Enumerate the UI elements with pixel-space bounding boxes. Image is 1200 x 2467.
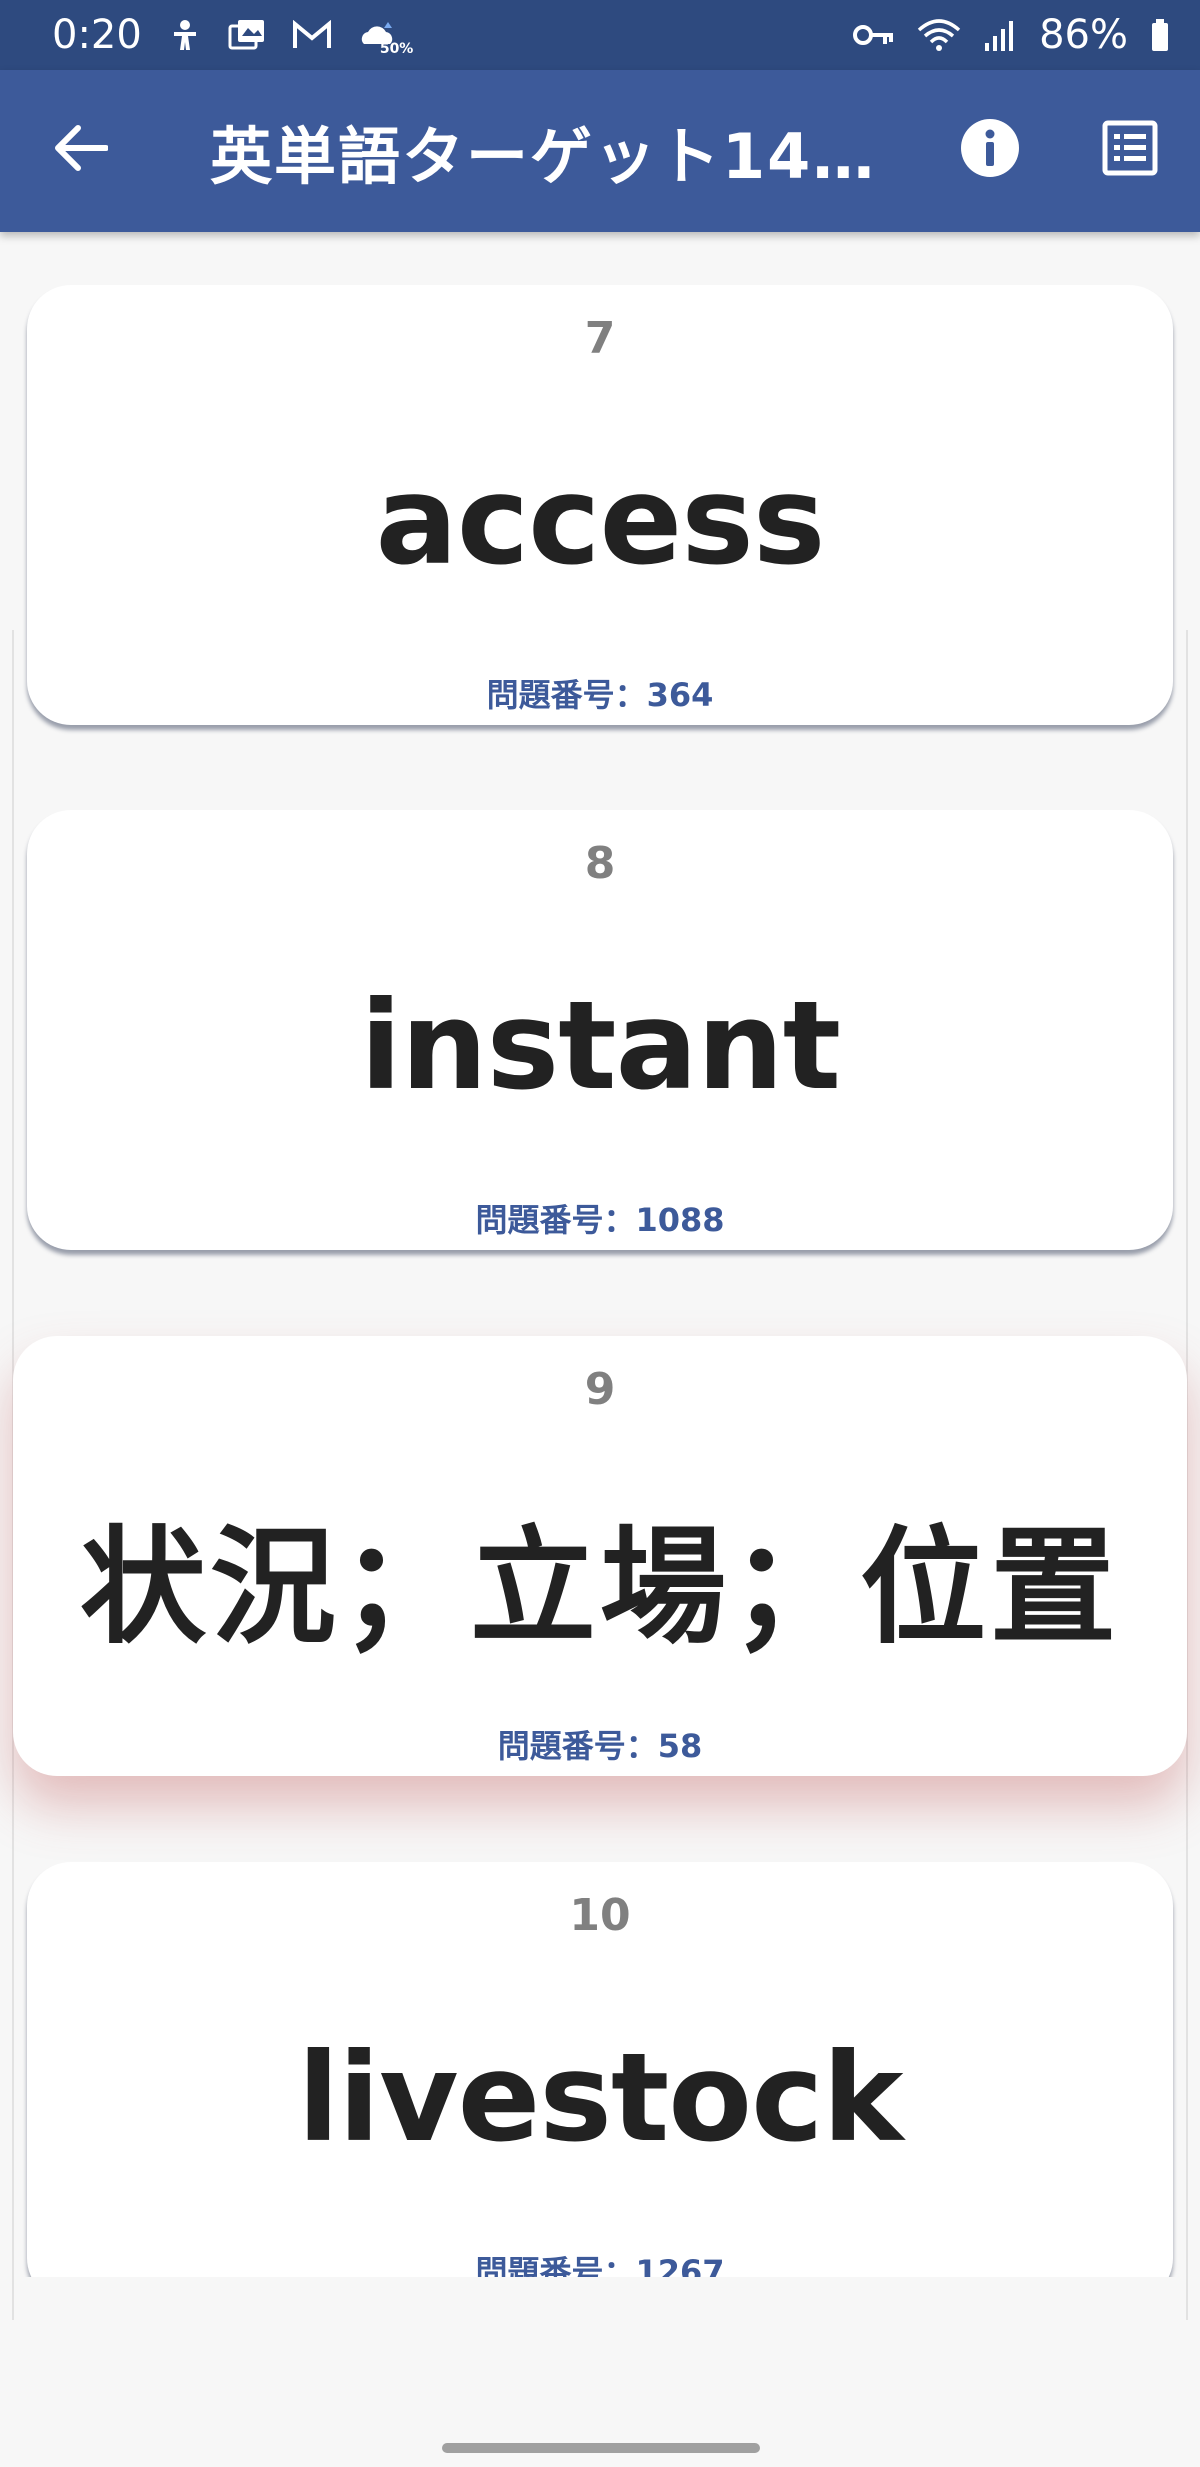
- status-time: 0:20: [52, 12, 142, 58]
- battery-icon: [1150, 18, 1170, 52]
- gmail-icon: [292, 20, 332, 50]
- card-number: 7: [584, 313, 616, 364]
- vpn-key-icon: [853, 22, 895, 48]
- card-word: instant: [359, 975, 841, 1117]
- info-button[interactable]: [950, 110, 1030, 190]
- word-card-active[interactable]: 9 状況；立場；位置 問題番号：58: [13, 1336, 1187, 1776]
- card-list[interactable]: 7 access 問題番号：364 8 instant 問題番号：1088 9 …: [0, 232, 1200, 2277]
- question-number: 問題番号：364: [486, 676, 714, 714]
- accessibility-icon: [168, 18, 202, 52]
- list-icon: [1102, 120, 1158, 180]
- weather-percent: 50%: [379, 41, 414, 57]
- card-word: livestock: [297, 2027, 903, 2169]
- card-word: access: [375, 450, 826, 592]
- card-number: 10: [569, 1890, 631, 1941]
- word-card[interactable]: 10 livestock 問題番号：1267: [27, 1862, 1173, 2277]
- info-icon: [959, 117, 1021, 183]
- battery-percent: 86%: [1039, 12, 1128, 58]
- question-number: 問題番号：1267: [475, 2253, 725, 2277]
- card-number: 8: [584, 838, 616, 889]
- system-nav-bar: [0, 2395, 1200, 2467]
- signal-icon: [983, 19, 1017, 51]
- status-bar: 0:20 50% 86%: [0, 0, 1200, 70]
- word-card[interactable]: 7 access 問題番号：364: [27, 285, 1173, 725]
- question-number: 問題番号：1088: [475, 1201, 725, 1239]
- weather-icon: 50%: [358, 20, 432, 57]
- wifi-icon: [917, 18, 961, 52]
- app-bar: 英単語ターゲット14…: [0, 70, 1200, 232]
- home-gesture-handle[interactable]: [442, 2443, 760, 2453]
- card-word: 状況；立場；位置: [80, 1514, 1120, 1661]
- gallery-icon: [228, 18, 266, 52]
- card-number: 9: [584, 1364, 616, 1415]
- page-title: 英単語ターゲット14…: [210, 120, 870, 193]
- list-button[interactable]: [1090, 110, 1170, 190]
- back-arrow-icon: [52, 124, 109, 176]
- word-card[interactable]: 8 instant 問題番号：1088: [27, 810, 1173, 1250]
- back-button[interactable]: [40, 110, 120, 190]
- question-number: 問題番号：58: [497, 1727, 703, 1765]
